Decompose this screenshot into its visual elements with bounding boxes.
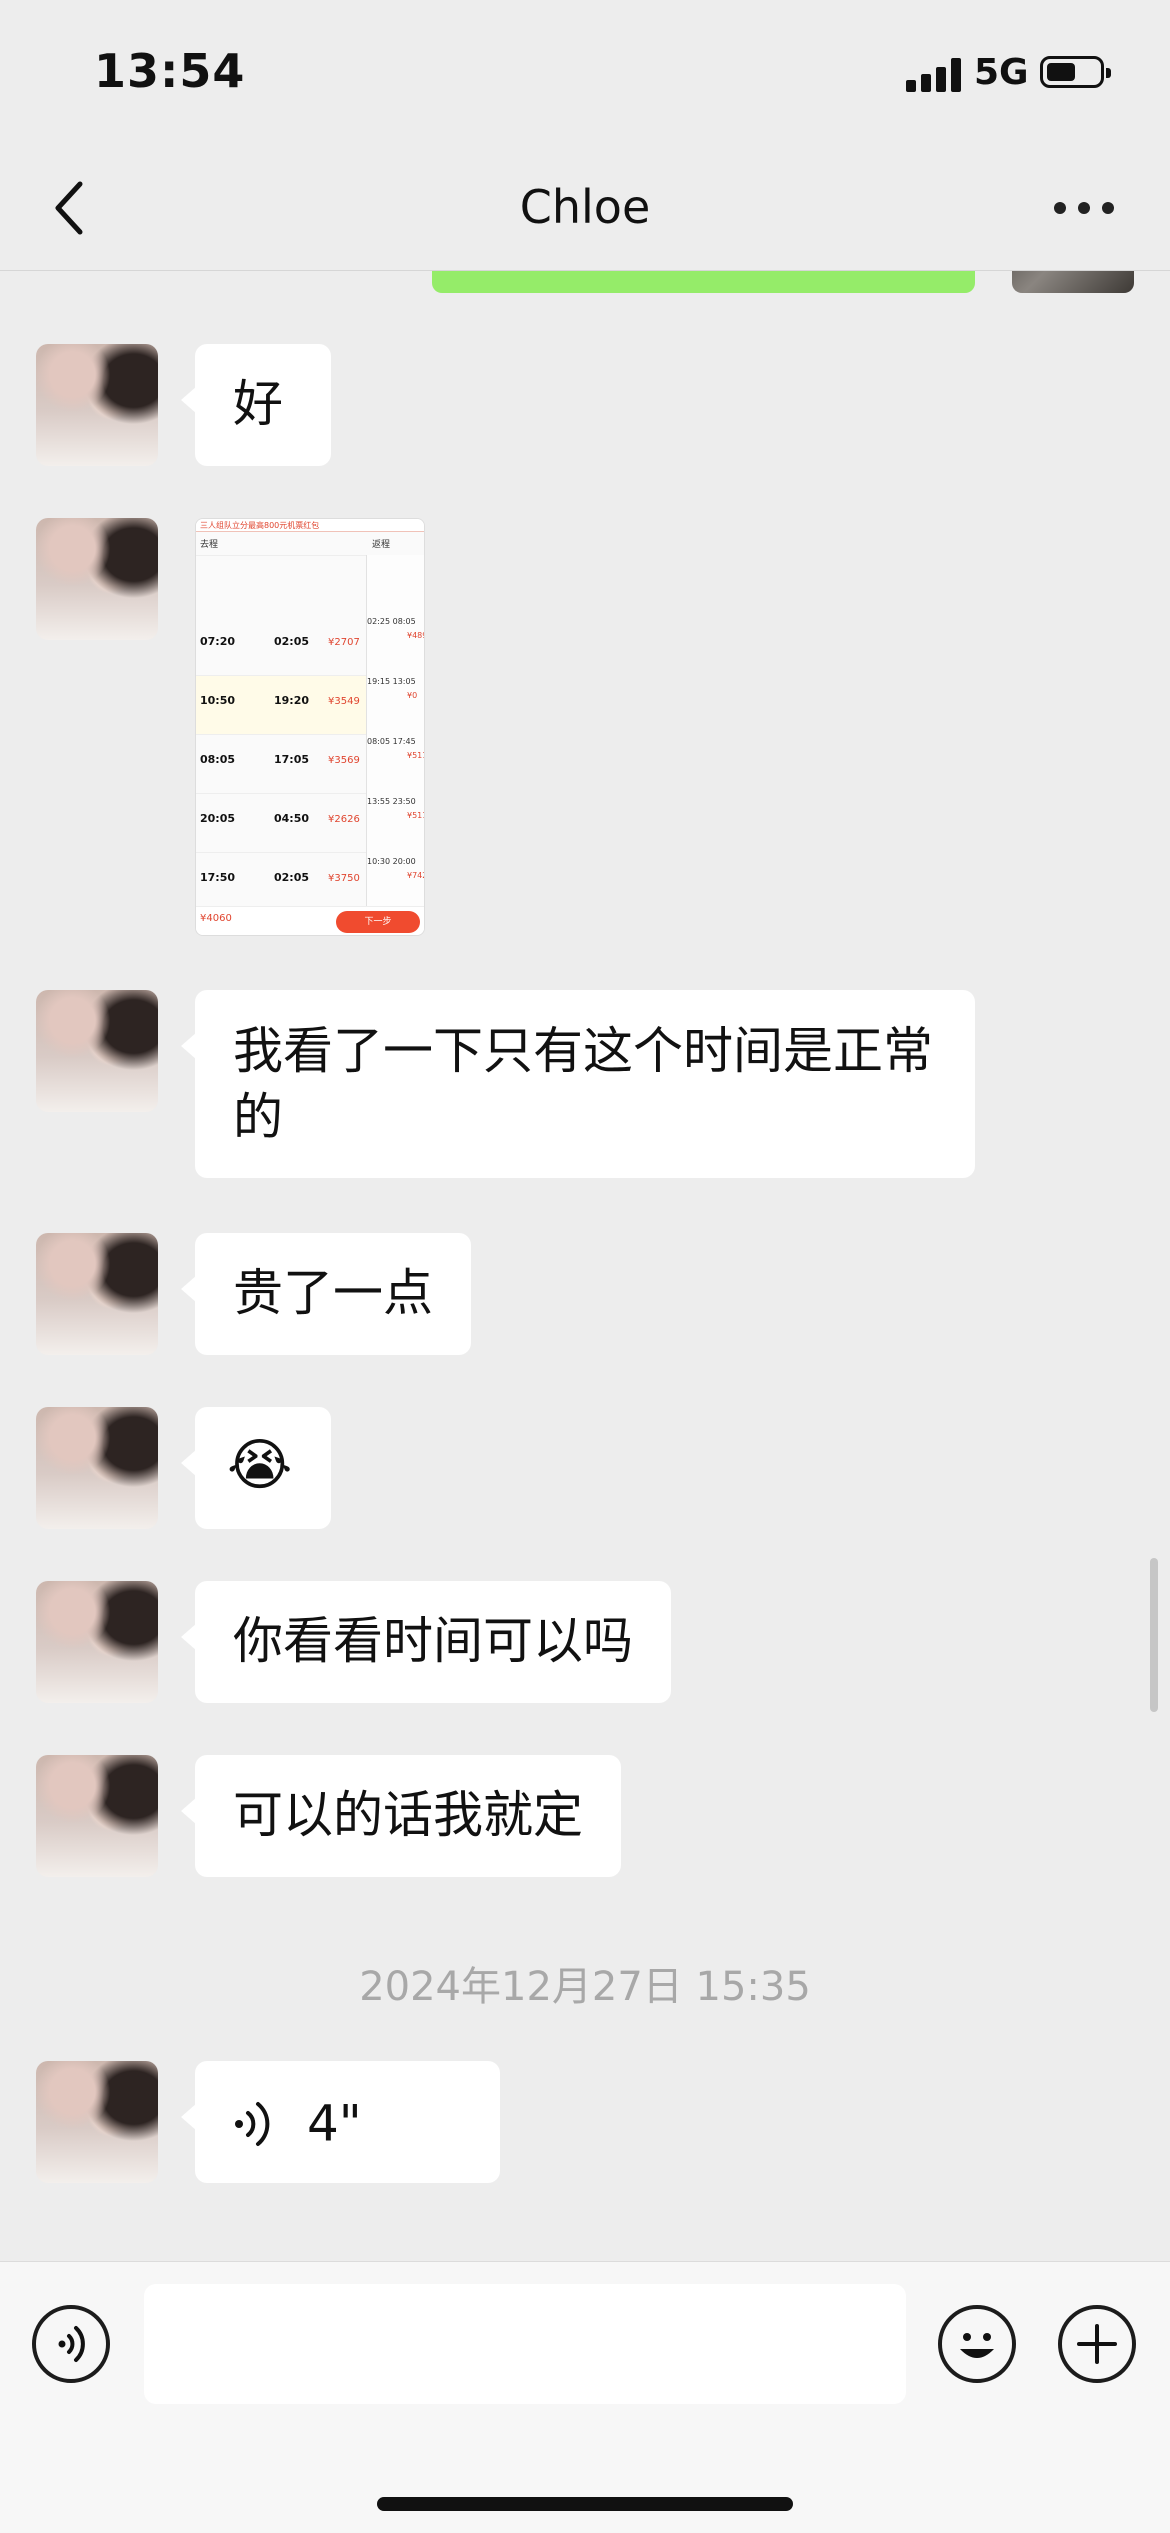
image-tab-return: 返程 (372, 540, 391, 550)
flight-row: 17:50 02:05 ¥3750 (196, 853, 366, 912)
more-button[interactable] (1054, 196, 1114, 220)
signal-icon (906, 58, 962, 92)
flight-row: 20:05 04:50 ¥2626 (196, 794, 366, 853)
message-bubble[interactable]: 可以的话我就定 (181, 1755, 621, 1877)
outgoing-bubble-partial[interactable] (432, 271, 975, 293)
status-bar: 13:54 5G (0, 0, 1170, 150)
emoji-button[interactable] (938, 2305, 1016, 2383)
plus-button[interactable] (1058, 2305, 1136, 2383)
battery-icon (1040, 56, 1111, 88)
avatar[interactable] (36, 1233, 158, 1355)
nav-bar: Chloe (0, 150, 1170, 271)
message-bubble[interactable]: 我看了一下只有这个时间是正常的 (181, 990, 975, 1178)
avatar[interactable] (36, 344, 158, 466)
avatar[interactable] (36, 1755, 158, 1877)
scroll-indicator[interactable] (1150, 1558, 1158, 1712)
message-bubble[interactable]: 贵了一点 (181, 1233, 471, 1355)
plus-icon (1077, 2324, 1117, 2364)
battery-level (1047, 63, 1075, 81)
status-time: 13:54 (94, 44, 246, 98)
image-promo-text: 三人组队立分最高800元机票红包 (200, 521, 320, 530)
image-total-price: ¥4060 (200, 913, 232, 924)
image-message[interactable]: 三人组队立分最高800元机票红包 去程 返程 07:20 02:05 ¥2707… (195, 518, 425, 936)
network-label: 5G (974, 52, 1029, 93)
image-tab-outbound: 去程 (200, 540, 219, 550)
flight-row: 10:50 19:20 ¥3549 (196, 676, 366, 735)
message-bubble[interactable]: 你看看时间可以吗 (181, 1581, 671, 1703)
avatar[interactable] (36, 990, 158, 1112)
voice-icon (58, 2326, 85, 2362)
avatar[interactable] (36, 2061, 158, 2183)
input-bar (0, 2261, 1170, 2533)
message-bubble[interactable]: 好 (181, 344, 331, 466)
image-next-button: 下一步 (336, 911, 420, 933)
message-input[interactable] (144, 2284, 906, 2404)
voice-message[interactable]: 4" (181, 2061, 500, 2183)
chat-timestamp: 2024年12月27日 15:35 (359, 1964, 811, 2010)
flight-row: 08:05 17:05 ¥3569 (196, 735, 366, 794)
own-avatar[interactable] (1012, 271, 1134, 293)
flight-row: 07:20 02:05 ¥2707 (196, 617, 366, 676)
crying-emoji-icon: 😭 (227, 1433, 293, 1498)
avatar[interactable] (36, 1581, 158, 1703)
voice-input-button[interactable] (32, 2305, 110, 2383)
voice-duration: 4" (307, 2094, 362, 2153)
voice-wave-icon (235, 2101, 270, 2146)
message-bubble[interactable]: 😭 (181, 1407, 331, 1529)
home-indicator[interactable] (377, 2497, 793, 2511)
chat-title: Chloe (519, 180, 651, 234)
avatar[interactable] (36, 1407, 158, 1529)
return-column: 02:25 08:05 ¥489 19:15 13:05 ¥0 08:05 17… (366, 555, 424, 931)
smiley-icon (960, 2333, 994, 2358)
avatar[interactable] (36, 518, 158, 640)
chat-area[interactable]: 好 三人组队立分最高800元机票红包 去程 返程 07:20 02:05 ¥27… (0, 271, 1170, 2261)
